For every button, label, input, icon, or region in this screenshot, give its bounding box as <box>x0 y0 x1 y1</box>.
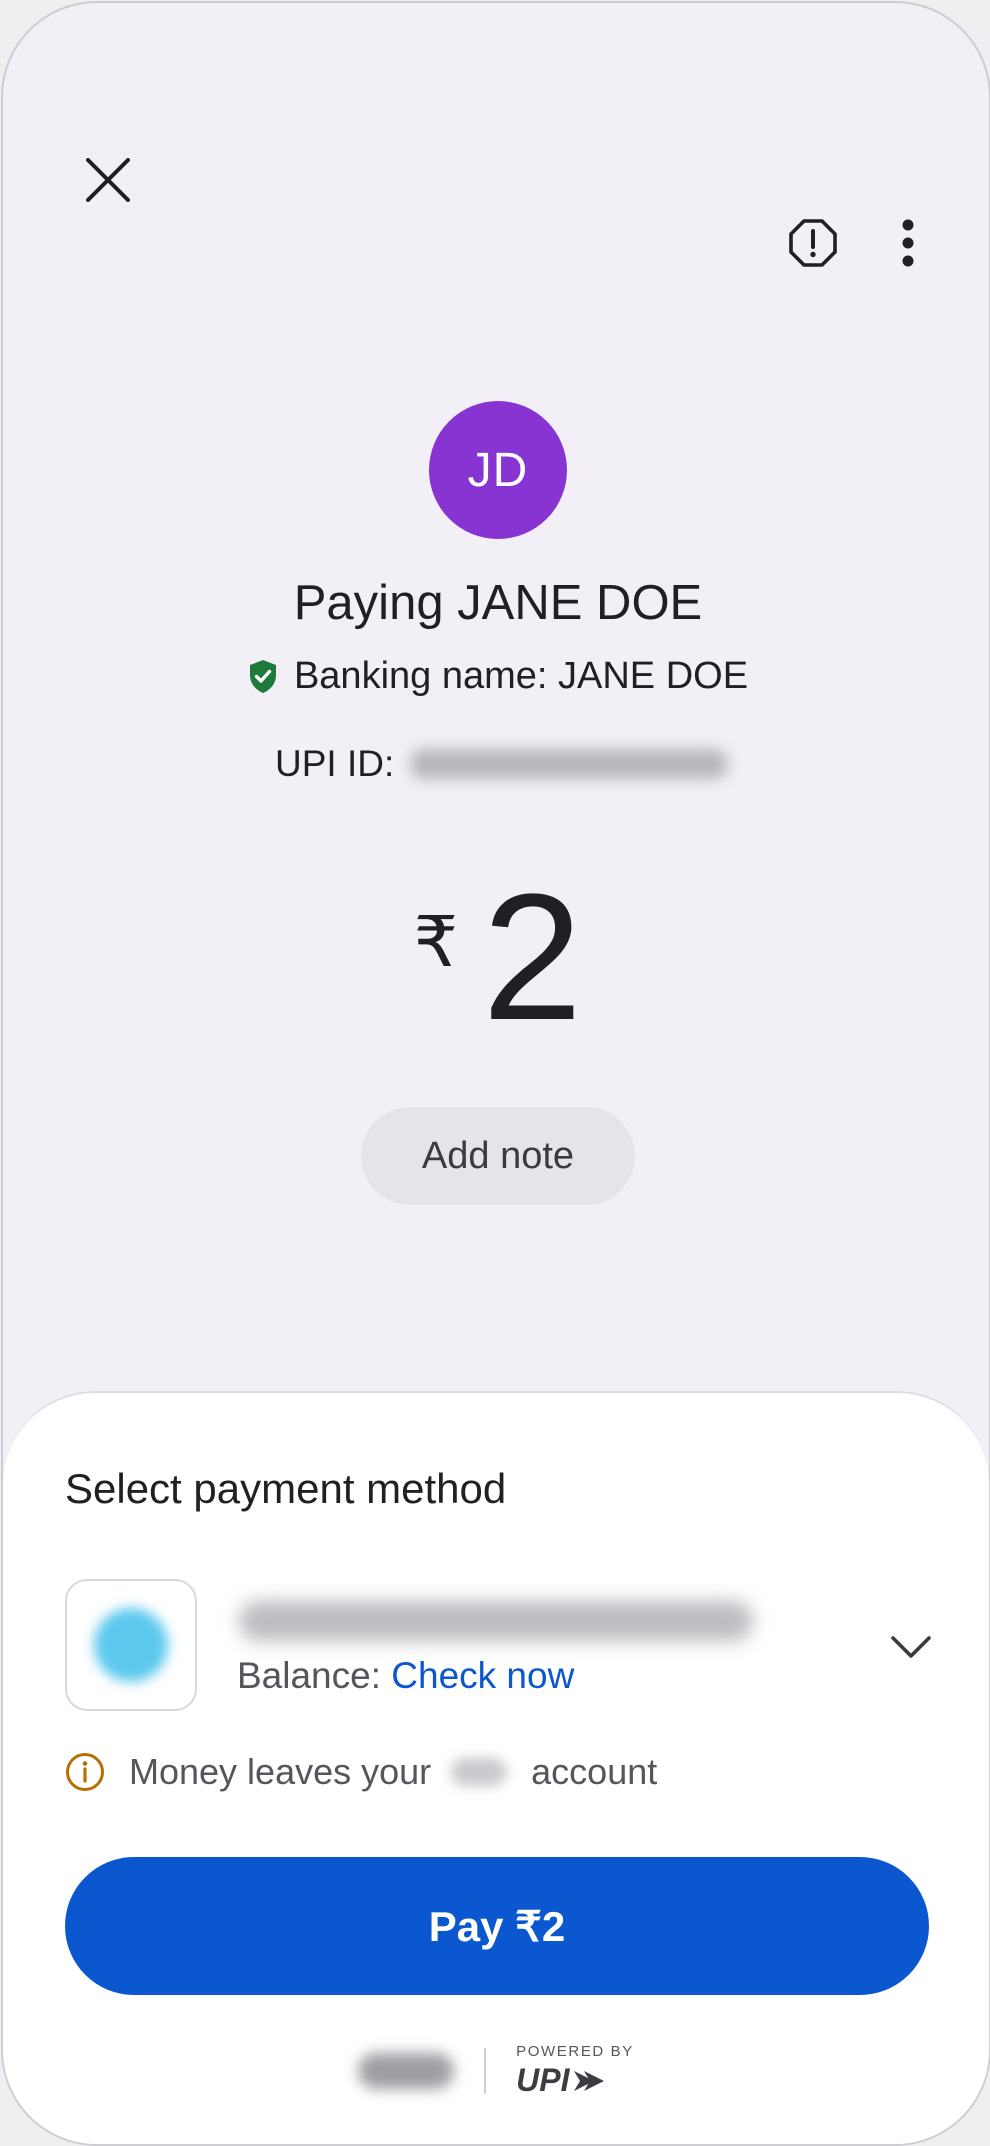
currency-symbol: ₹ <box>413 903 459 981</box>
chevron-down-icon <box>891 1636 931 1658</box>
close-button[interactable] <box>71 143 145 217</box>
partner-logo-redacted <box>358 2053 455 2089</box>
amount-value: 2 <box>482 857 583 1058</box>
more-vert-icon <box>902 219 914 267</box>
upi-logo-text: UPI <box>516 2062 570 2098</box>
upi-id-label: UPI ID: <box>275 743 395 784</box>
close-icon <box>86 158 130 202</box>
powered-by-label: POWERED BY <box>516 2043 634 2060</box>
check-balance-link[interactable]: Check now <box>391 1655 574 1696</box>
verified-shield-icon <box>249 659 276 693</box>
phone-screen: JD Paying JANE DOE Banking name: JANE DO… <box>1 1 990 2146</box>
balance-row: Balance: Check now <box>237 1655 574 1697</box>
powered-by-upi: POWERED BY UPI <box>516 2043 634 2099</box>
bank-short-name-redacted <box>451 1758 508 1786</box>
upi-arrow-icon <box>573 2070 604 2091</box>
report-button[interactable] <box>773 203 853 283</box>
bank-account-name-redacted[interactable] <box>239 1601 753 1641</box>
money-source-info: Money leaves your account <box>65 1751 657 1793</box>
account-dropdown-button[interactable] <box>879 1615 943 1679</box>
balance-label: Balance: <box>237 1655 381 1696</box>
upi-logo: UPI <box>516 2062 605 2099</box>
report-icon <box>789 219 837 267</box>
payee-initials: JD <box>467 443 529 497</box>
upi-id-redacted <box>410 749 729 779</box>
add-note-button[interactable]: Add note <box>361 1107 635 1205</box>
payment-method-sheet: Select payment method Balance: Check now… <box>3 1391 989 2144</box>
upi-id-row: UPI ID: <box>275 743 729 785</box>
info-icon <box>66 1753 104 1791</box>
banking-name-text: Banking name: JANE DOE <box>293 655 749 697</box>
bank-logo <box>65 1579 197 1711</box>
footer-divider <box>484 2048 487 2094</box>
info-text-end: account <box>531 1751 658 1792</box>
banking-name-row: Banking name: JANE DOE <box>3 655 989 698</box>
footer-branding: POWERED BY UPI <box>3 2043 989 2099</box>
more-options-button[interactable] <box>871 203 945 283</box>
info-text-start: Money leaves your <box>129 1751 432 1792</box>
paying-title: Paying JANE DOE <box>293 576 703 630</box>
payee-avatar: JD <box>429 401 567 539</box>
sheet-title: Select payment method <box>65 1465 507 1512</box>
bank-logo-redacted <box>94 1608 168 1682</box>
pay-button[interactable]: Pay ₹2 <box>65 1857 929 1995</box>
amount-display: ₹ 2 <box>3 857 989 1058</box>
